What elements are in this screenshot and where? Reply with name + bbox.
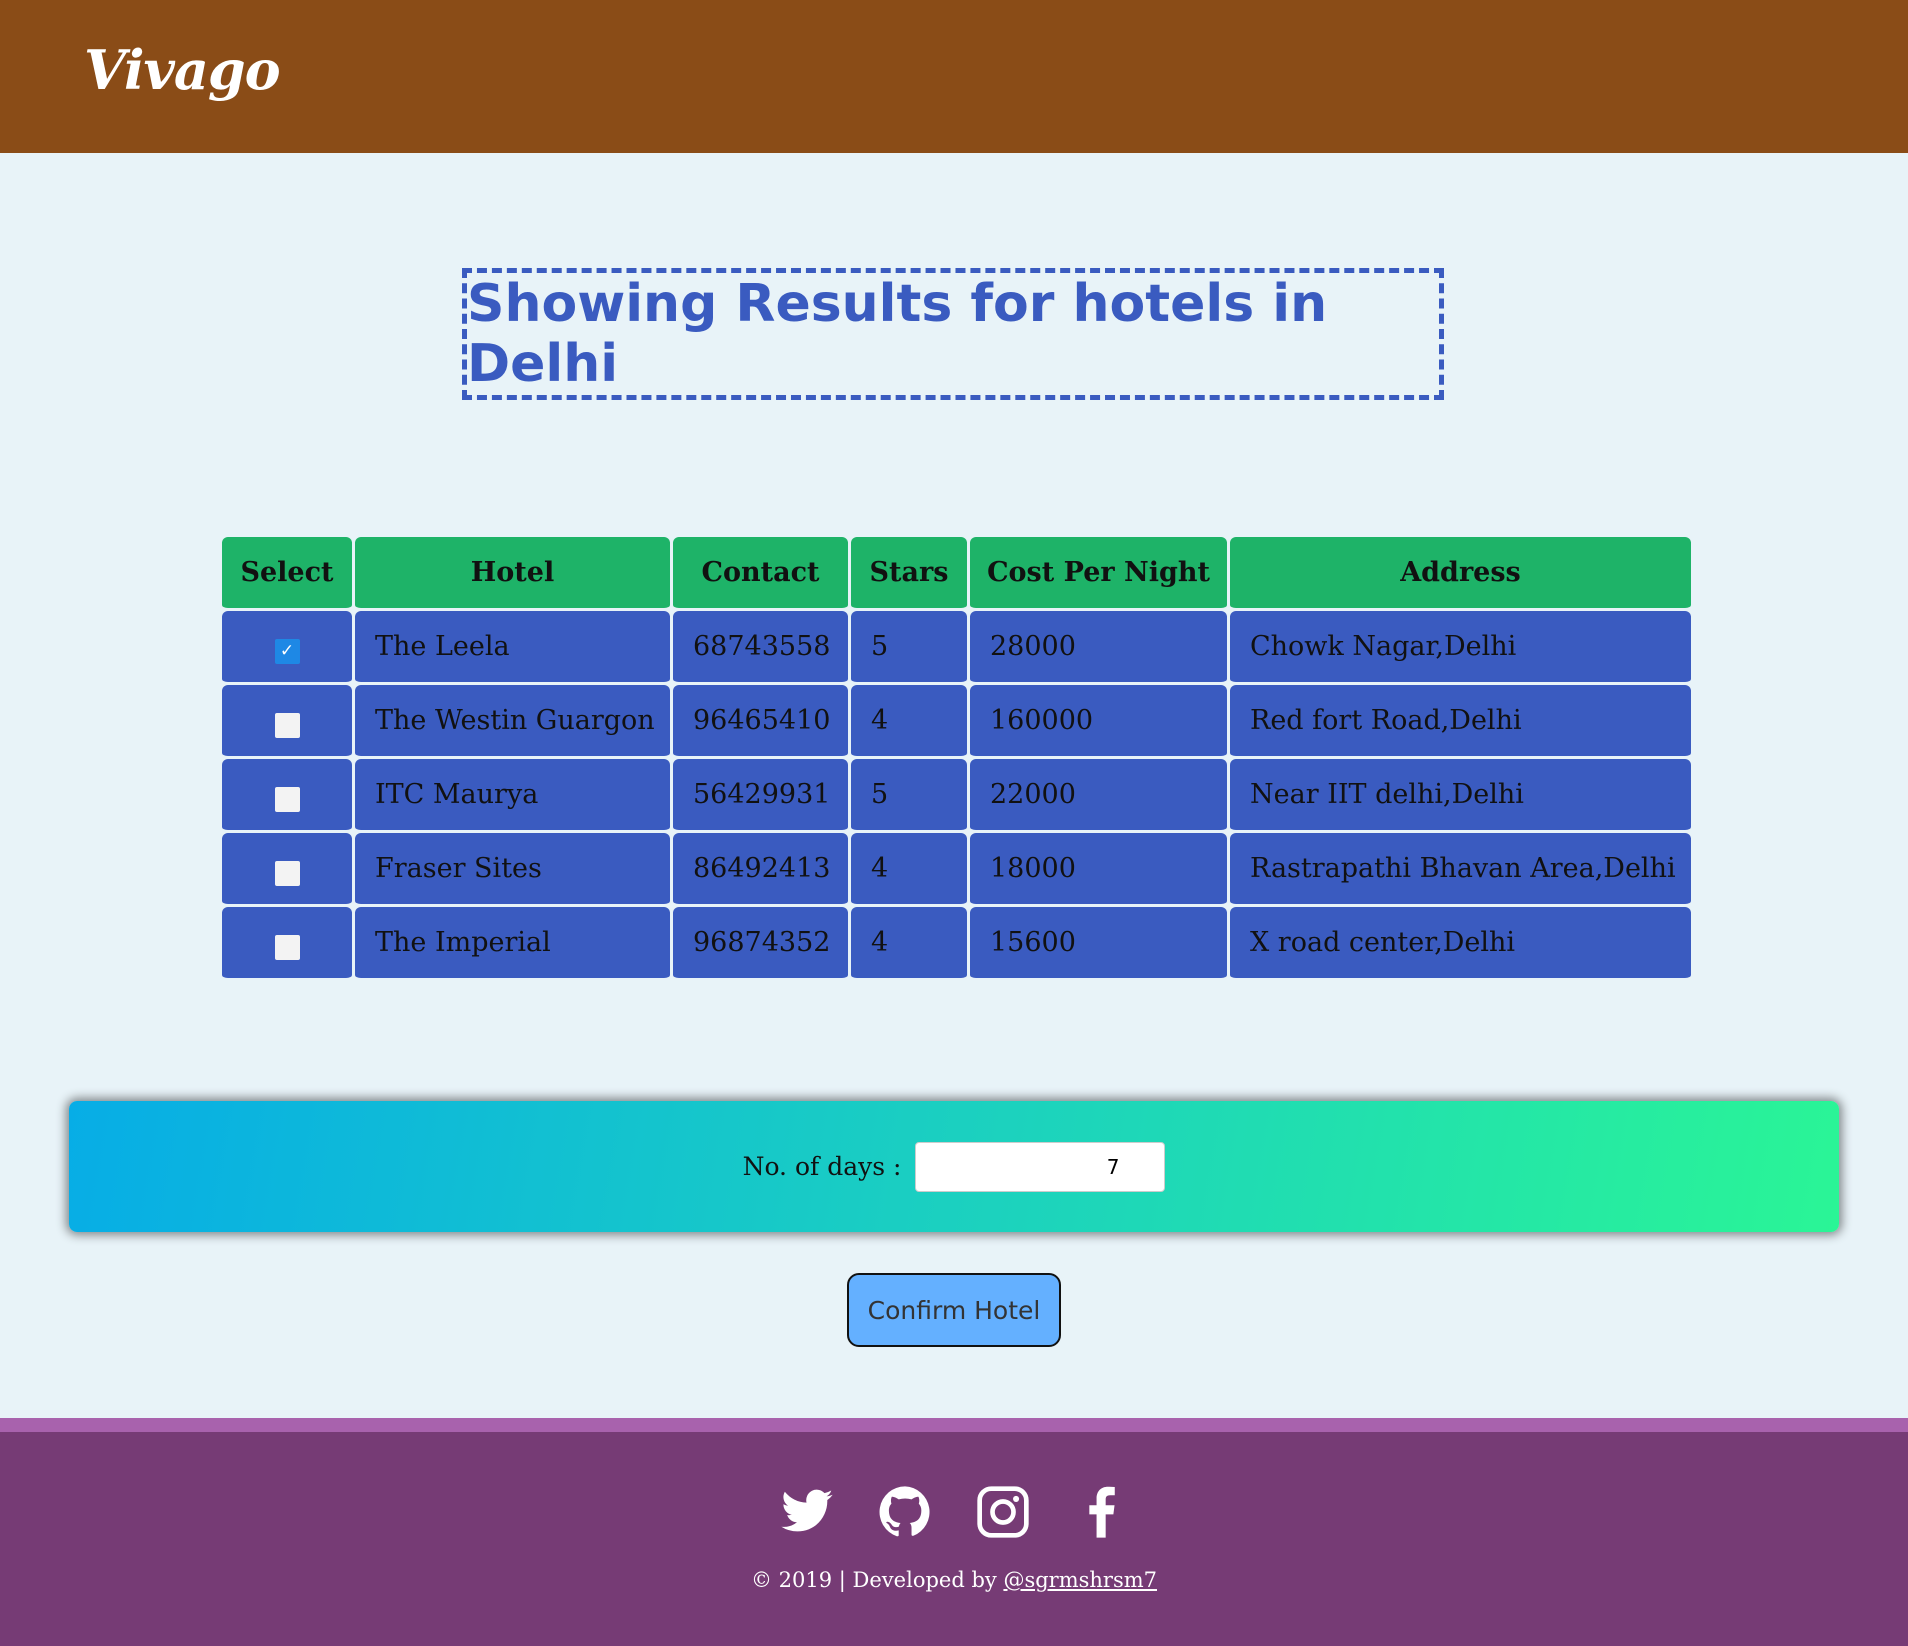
table-row: ITC Maurya 56429931 5 22000 Near IIT delhi,D… [222, 759, 1691, 833]
col-cost: Cost Per Night [970, 537, 1227, 611]
address-cell: Red fort Road,Delhi [1230, 685, 1691, 759]
address-cell: Chowk Nagar,Delhi [1230, 611, 1691, 685]
stars-cell: 4 [851, 685, 967, 759]
footer: © 2019 | Developed by @sgrmshrsm7 [0, 1432, 1908, 1646]
hotel-checkbox[interactable] [274, 935, 300, 960]
hotel-cell: The Imperial [355, 907, 670, 981]
copyright: © 2019 | Developed by @sgrmshrsm7 [0, 1568, 1908, 1592]
hotels-table: Select Hotel Contact Stars Cost Per Nigh… [219, 537, 1694, 981]
days-panel: No. of days : [69, 1101, 1839, 1232]
contact-cell: 96465410 [673, 685, 848, 759]
contact-cell: 86492413 [673, 833, 848, 907]
stars-cell: 5 [851, 759, 967, 833]
twitter-icon[interactable] [779, 1484, 835, 1540]
stars-cell: 4 [851, 907, 967, 981]
cost-cell: 22000 [970, 759, 1227, 833]
instagram-icon[interactable] [975, 1484, 1031, 1540]
stars-cell: 4 [851, 833, 967, 907]
page-title: Showing Results for hotels in Delhi [467, 274, 1328, 394]
hotel-cell: The Leela [355, 611, 670, 685]
header: Vivago [0, 0, 1908, 153]
hotel-checkbox[interactable] [274, 861, 300, 886]
stars-cell: 5 [851, 611, 967, 685]
contact-cell: 68743558 [673, 611, 848, 685]
cost-cell: 28000 [970, 611, 1227, 685]
select-cell: ✓ [222, 611, 352, 685]
col-select: Select [222, 537, 352, 611]
hotel-checkbox[interactable] [274, 787, 300, 812]
address-cell: Rastrapathi Bhavan Area,Delhi [1230, 833, 1691, 907]
cost-cell: 160000 [970, 685, 1227, 759]
github-icon[interactable] [877, 1484, 933, 1540]
hotel-checkbox[interactable] [274, 713, 300, 738]
hotel-checkbox[interactable]: ✓ [274, 639, 300, 664]
copyright-text: © 2019 | Developed by [751, 1568, 1004, 1592]
contact-cell: 96874352 [673, 907, 848, 981]
col-contact: Contact [673, 537, 848, 611]
footer-stripe [0, 1418, 1908, 1432]
days-label: No. of days : [742, 1152, 902, 1181]
confirm-hotel-button[interactable]: Confirm Hotel [847, 1273, 1061, 1347]
hotel-cell: ITC Maurya [355, 759, 670, 833]
cost-cell: 18000 [970, 833, 1227, 907]
logo[interactable]: Vivago [84, 38, 281, 102]
select-cell [222, 685, 352, 759]
table-row: The Imperial 96874352 4 15600 X road center,… [222, 907, 1691, 981]
author-link[interactable]: @sgrmshrsm7 [1003, 1568, 1157, 1592]
address-cell: X road center,Delhi [1230, 907, 1691, 981]
address-cell: Near IIT delhi,Delhi [1230, 759, 1691, 833]
results-title-box: Showing Results for hotels in Delhi [462, 268, 1444, 400]
table-row: The Westin Guargon 96465410 4 160000 Red for… [222, 685, 1691, 759]
contact-cell: 56429931 [673, 759, 848, 833]
table-row: Fraser Sites 86492413 4 18000 Rastrapathi Bh… [222, 833, 1691, 907]
table-row: ✓ The Leela 68743558 5 28000 Chowk Nagar,Delh… [222, 611, 1691, 685]
select-cell [222, 907, 352, 981]
col-address: Address [1230, 537, 1691, 611]
cost-cell: 15600 [970, 907, 1227, 981]
days-input[interactable] [915, 1141, 1166, 1192]
facebook-icon[interactable] [1073, 1484, 1129, 1540]
hotel-cell: Fraser Sites [355, 833, 670, 907]
col-stars: Stars [851, 537, 967, 611]
hotel-cell: The Westin Guargon [355, 685, 670, 759]
select-cell [222, 833, 352, 907]
select-cell [222, 759, 352, 833]
col-hotel: Hotel [355, 537, 670, 611]
